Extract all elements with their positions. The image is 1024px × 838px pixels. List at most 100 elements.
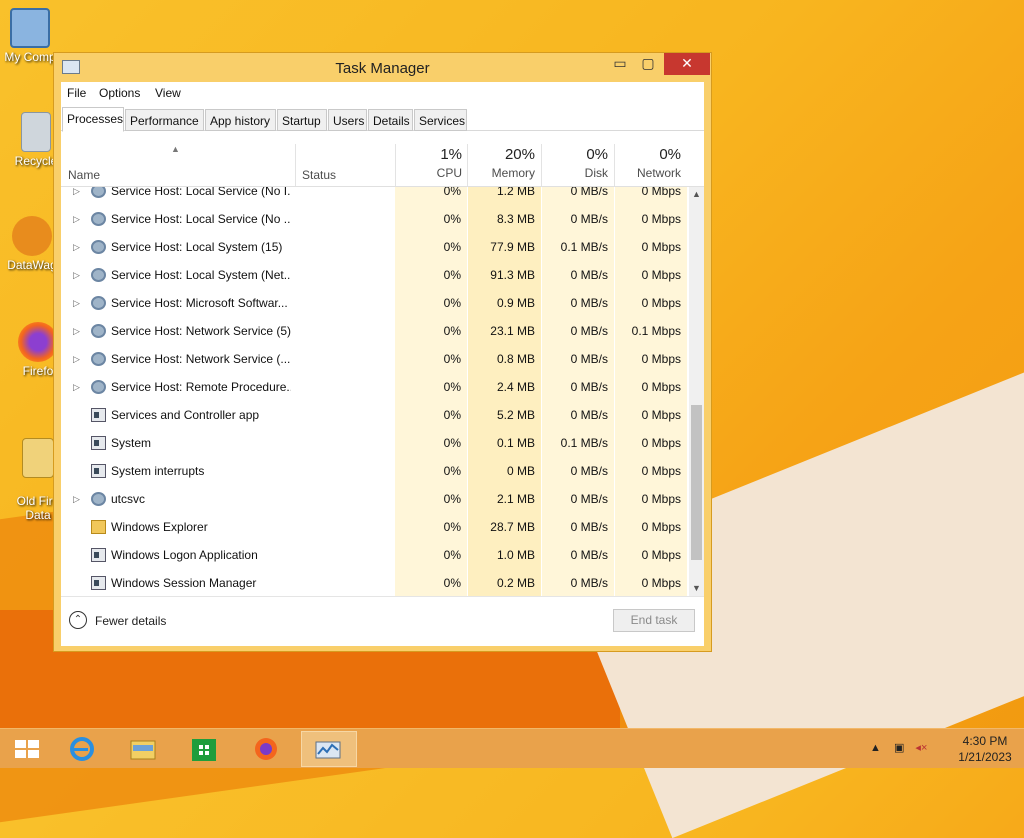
tab-performance[interactable]: Performance	[125, 109, 204, 131]
column-divider[interactable]	[295, 144, 296, 186]
fewer-details-link[interactable]: Fewer details	[95, 614, 166, 628]
desktop-icon-label: Firefo	[22, 364, 54, 378]
expand-chevron-icon[interactable]: ▷	[73, 261, 80, 289]
process-row[interactable]: ▷ Service Host: Local System (Net... 0% 91.…	[61, 261, 689, 289]
process-row[interactable]: System interrupts 0% 0 MB 0 MB/s 0 Mbps	[61, 457, 689, 485]
process-network: 0 Mbps	[615, 373, 687, 401]
process-row[interactable]: ▷ utcsvc 0% 2.1 MB 0 MB/s 0 Mbps	[61, 485, 689, 513]
gear-icon	[91, 268, 106, 282]
column-header-name[interactable]: Name	[68, 168, 100, 182]
disk-total-percent: 0%	[586, 146, 608, 163]
column-header-cpu[interactable]: 1% CPU	[395, 146, 462, 180]
scroll-thumb[interactable]	[691, 405, 702, 560]
memory-total-percent: 20%	[504, 146, 535, 163]
menu-bar: File Options View	[61, 82, 704, 104]
expand-chevron-icon[interactable]: ▷	[73, 233, 80, 261]
expand-chevron-icon[interactable]: ▷	[73, 485, 80, 513]
taskbar-file-explorer[interactable]	[117, 731, 169, 767]
gear-icon	[91, 296, 106, 310]
process-row[interactable]: ▷ Service Host: Microsoft Softwar... 0% 0.9…	[61, 289, 689, 317]
footer-bar: ⌃ Fewer details End task	[61, 596, 704, 646]
column-header-disk[interactable]: 0% Disk	[542, 146, 608, 180]
scroll-down-icon[interactable]: ▼	[689, 581, 704, 596]
process-row[interactable]: ▷ Service Host: Local Service (No ... 0% 8.…	[61, 205, 689, 233]
process-name: Service Host: Local Service (No I...	[111, 187, 291, 198]
window-client: File Options View Processes Performance …	[61, 82, 704, 646]
close-button[interactable]: ✕	[664, 53, 710, 75]
network-total-percent: 0%	[659, 146, 681, 163]
vertical-scrollbar[interactable]: ▲ ▼	[689, 187, 704, 596]
volume-muted-icon[interactable]: ◂×	[915, 742, 927, 754]
chevron-up-circle-icon[interactable]: ⌃	[69, 611, 87, 629]
process-row[interactable]: System 0% 0.1 MB 0.1 MB/s 0 Mbps	[61, 429, 689, 457]
firefox-icon	[255, 738, 277, 760]
taskbar-clock[interactable]: 4:30 PM 1/21/2023	[950, 733, 1020, 765]
desktop-icon-label: Recycle	[14, 154, 58, 168]
desktop-icon-my-computer[interactable]: My Comp	[0, 8, 60, 64]
process-row[interactable]: ▷ Service Host: Network Service (... 0% 0.8…	[61, 345, 689, 373]
process-cpu: 0%	[395, 187, 467, 205]
scroll-up-icon[interactable]: ▲	[689, 187, 704, 202]
process-disk: 0 MB/s	[542, 261, 614, 289]
network-icon[interactable]: ▣	[894, 742, 904, 754]
end-task-button[interactable]: End task	[613, 609, 695, 632]
process-row[interactable]: Services and Controller app 0% 5.2 MB 0 MB/…	[61, 401, 689, 429]
start-button[interactable]	[4, 731, 56, 767]
process-row[interactable]: Windows Logon Application 0% 1.0 MB 0 MB/s 0…	[61, 541, 689, 569]
tab-app-history[interactable]: App history	[205, 109, 276, 131]
expand-chevron-icon[interactable]: ▷	[73, 317, 80, 345]
column-header-status[interactable]: Status	[302, 168, 336, 182]
menu-options[interactable]: Options	[99, 86, 140, 100]
tab-users[interactable]: Users	[328, 109, 367, 131]
window-icon	[91, 464, 106, 478]
window-icon	[91, 576, 106, 590]
system-tray: ▲ ▣ ◂×	[870, 741, 927, 754]
expand-chevron-icon[interactable]: ▷	[73, 187, 80, 205]
process-name: Windows Explorer	[111, 520, 208, 534]
process-cpu: 0%	[395, 541, 467, 569]
process-memory: 1.0 MB	[468, 541, 541, 569]
gear-icon	[91, 324, 106, 338]
tab-services[interactable]: Services	[414, 109, 467, 131]
column-header-memory[interactable]: 20% Memory	[468, 146, 535, 180]
taskbar-firefox[interactable]	[240, 731, 292, 767]
menu-file[interactable]: File	[67, 86, 86, 100]
taskbar-store[interactable]	[178, 731, 230, 767]
process-network: 0 Mbps	[615, 541, 687, 569]
process-network: 0 Mbps	[615, 457, 687, 485]
taskbar-internet-explorer[interactable]	[56, 731, 108, 767]
process-row[interactable]: ▷ Service Host: Network Service (5) 0% 23.1…	[61, 317, 689, 345]
memory-label: Memory	[491, 166, 535, 180]
process-row[interactable]: ▷ Service Host: Local Service (No I... 0% 1…	[61, 187, 689, 205]
expand-chevron-icon[interactable]: ▷	[73, 205, 80, 233]
process-row[interactable]: ▷ Service Host: Local System (15) 0% 77.9 M…	[61, 233, 689, 261]
process-network: 0 Mbps	[615, 485, 687, 513]
tab-strip: Processes Performance App history Startu…	[61, 107, 704, 132]
maximize-icon: ▢	[641, 55, 655, 71]
taskbar-task-manager[interactable]	[301, 731, 357, 767]
expand-chevron-icon[interactable]: ▷	[73, 289, 80, 317]
tab-processes[interactable]: Processes	[62, 107, 124, 132]
start-icon	[15, 740, 39, 758]
title-bar[interactable]: Task Manager ▭ ▢ ✕	[54, 53, 711, 83]
process-disk: 0 MB/s	[542, 569, 614, 596]
menu-view[interactable]: View	[155, 86, 181, 100]
gear-icon	[91, 187, 106, 198]
minimize-button[interactable]: ▭	[606, 53, 634, 75]
expand-chevron-icon[interactable]: ▷	[73, 373, 80, 401]
process-memory: 2.1 MB	[468, 485, 541, 513]
process-name: Service Host: Remote Procedure...	[111, 380, 291, 394]
process-network: 0 Mbps	[615, 261, 687, 289]
column-header-network[interactable]: 0% Network	[615, 146, 681, 180]
process-row[interactable]: Windows Explorer 0% 28.7 MB 0 MB/s 0 Mbps	[61, 513, 689, 541]
expand-chevron-icon[interactable]: ▷	[73, 345, 80, 373]
tab-details[interactable]: Details	[368, 109, 413, 131]
gear-icon	[91, 352, 106, 366]
maximize-button[interactable]: ▢	[634, 53, 662, 75]
process-row[interactable]: ▷ Service Host: Remote Procedure... 0% 2.4 …	[61, 373, 689, 401]
show-hidden-icons-icon[interactable]: ▲	[870, 742, 881, 754]
process-row[interactable]: Windows Session Manager 0% 0.2 MB 0 MB/s 0 M…	[61, 569, 689, 596]
disk-label: Disk	[584, 166, 608, 180]
file-explorer-icon	[130, 740, 156, 760]
tab-startup[interactable]: Startup	[277, 109, 327, 131]
